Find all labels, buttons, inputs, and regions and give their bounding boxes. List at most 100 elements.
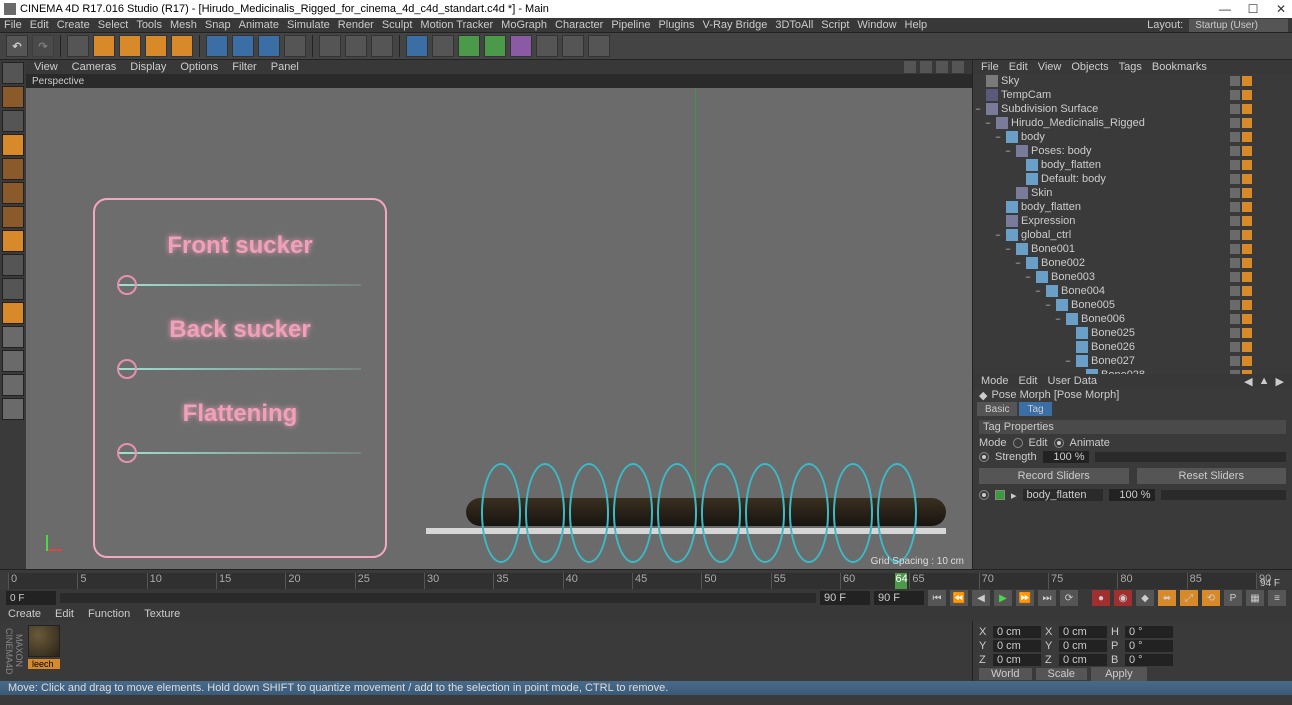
menu-motiontracker[interactable]: Motion Tracker	[420, 19, 493, 31]
vp-nav-toggle-icon[interactable]	[952, 61, 964, 73]
morph-enable-checkbox[interactable]	[995, 490, 1005, 500]
tag-icon[interactable]	[1242, 202, 1252, 212]
tag-icon[interactable]	[1230, 314, 1240, 324]
menu-pipeline[interactable]: Pipeline	[611, 19, 650, 31]
menu-script[interactable]: Script	[821, 19, 849, 31]
rig-controls[interactable]	[481, 458, 951, 568]
menu-select[interactable]: Select	[98, 19, 129, 31]
tree-label[interactable]: Bone005	[1071, 299, 1230, 311]
tree-row[interactable]: Skin	[973, 186, 1292, 200]
workplane-lock-icon[interactable]	[2, 326, 24, 348]
tag-icon[interactable]	[1230, 90, 1240, 100]
snap-enable-icon[interactable]	[2, 278, 24, 300]
tag-icon[interactable]	[1242, 132, 1252, 142]
mat-menu-edit[interactable]: Edit	[55, 608, 74, 620]
time-range-slider[interactable]	[60, 593, 816, 603]
tag-icon[interactable]	[1230, 356, 1240, 366]
material-name[interactable]: leech	[28, 659, 60, 669]
tree-row[interactable]: Bone026	[973, 340, 1292, 354]
tree-label[interactable]: body	[1021, 131, 1230, 143]
menu-render[interactable]: Render	[338, 19, 374, 31]
redo-button[interactable]: ↷	[32, 35, 54, 57]
render-settings-icon[interactable]	[371, 35, 393, 57]
tab-tag[interactable]: Tag	[1019, 402, 1051, 416]
tag-icon[interactable]	[1230, 258, 1240, 268]
menu-sculpt[interactable]: Sculpt	[382, 19, 413, 31]
vp-nav-rotate-icon[interactable]	[936, 61, 948, 73]
deformer-icon[interactable]	[510, 35, 532, 57]
tree-row[interactable]: Expression	[973, 214, 1292, 228]
reset-sliders-button[interactable]: Reset Sliders	[1137, 468, 1287, 484]
hud-slider-flatten[interactable]	[119, 452, 361, 454]
tree-label[interactable]: Expression	[1021, 215, 1230, 227]
tab-basic[interactable]: Basic	[977, 402, 1017, 416]
axis-mode-icon[interactable]	[2, 182, 24, 204]
tag-icon[interactable]	[1230, 202, 1240, 212]
attr-menu-edit[interactable]: Edit	[1019, 375, 1038, 387]
render-pv-icon[interactable]	[345, 35, 367, 57]
key-param-icon[interactable]: P	[1224, 590, 1242, 606]
tree-expand-icon[interactable]: −	[983, 118, 993, 128]
tree-row[interactable]: − body	[973, 130, 1292, 144]
tree-label[interactable]: body_flatten	[1041, 159, 1230, 171]
hud-slider-panel[interactable]: Front sucker Back sucker Flattening	[93, 198, 387, 558]
model-mode-icon[interactable]	[2, 86, 24, 108]
tree-row[interactable]: −Subdivision Surface	[973, 102, 1292, 116]
tag-icon[interactable]	[1242, 328, 1252, 338]
tag-icon[interactable]	[1242, 286, 1252, 296]
tree-row[interactable]: −Hirudo_Medicinalis_Rigged	[973, 116, 1292, 130]
viewport-solo-icon[interactable]	[2, 374, 24, 396]
tree-row[interactable]: −Poses: body	[973, 144, 1292, 158]
menu-file[interactable]: File	[4, 19, 22, 31]
tree-row[interactable]: body_flatten	[973, 200, 1292, 214]
record-sliders-button[interactable]: Record Sliders	[979, 468, 1129, 484]
tag-icon[interactable]	[1230, 132, 1240, 142]
tag-icon[interactable]	[1242, 258, 1252, 268]
om-menu-objects[interactable]: Objects	[1071, 61, 1108, 73]
tree-row[interactable]: −Bone004	[973, 284, 1292, 298]
tag-icon[interactable]	[1230, 300, 1240, 310]
mat-menu-function[interactable]: Function	[88, 608, 130, 620]
coord-apply-button[interactable]: Apply	[1091, 667, 1147, 681]
tag-icon[interactable]	[1242, 230, 1252, 240]
tree-expand-icon[interactable]: −	[993, 132, 1003, 142]
tree-label[interactable]: Bone026	[1091, 341, 1230, 353]
hud-slider-front[interactable]	[119, 284, 361, 286]
tree-row[interactable]: Default: body	[973, 172, 1292, 186]
texture-mode-icon[interactable]	[2, 110, 24, 132]
tree-row[interactable]: −Bone006	[973, 312, 1292, 326]
tree-expand-icon[interactable]: −	[1033, 286, 1043, 296]
point-mode-icon[interactable]	[2, 206, 24, 228]
tree-row[interactable]: −global_ctrl	[973, 228, 1292, 242]
axis-y-icon[interactable]	[232, 35, 254, 57]
key-rot-icon[interactable]: ⟲	[1202, 590, 1220, 606]
render-view-icon[interactable]	[319, 35, 341, 57]
primitive-cube-icon[interactable]	[406, 35, 428, 57]
minimize-button[interactable]: —	[1218, 2, 1232, 16]
workplane-icon[interactable]	[2, 134, 24, 156]
tag-icon[interactable]	[1242, 300, 1252, 310]
array-icon[interactable]	[484, 35, 506, 57]
menu-tools[interactable]: Tools	[136, 19, 162, 31]
tag-icon[interactable]	[1230, 188, 1240, 198]
tree-row[interactable]: body_flatten	[973, 158, 1292, 172]
tag-icon[interactable]	[1230, 174, 1240, 184]
menu-3dtoall[interactable]: 3DToAll	[775, 19, 813, 31]
tree-label[interactable]: Sky	[1001, 75, 1230, 87]
tree-expand-icon[interactable]: −	[1023, 272, 1033, 282]
tag-icon[interactable]	[1242, 90, 1252, 100]
mat-menu-create[interactable]: Create	[8, 608, 41, 620]
attr-nav-back-icon[interactable]: ◀	[1244, 375, 1252, 388]
prev-key-icon[interactable]: ⏪	[950, 590, 968, 606]
tree-label[interactable]: Skin	[1031, 187, 1230, 199]
scale-tool-icon[interactable]	[119, 35, 141, 57]
close-button[interactable]: ✕	[1274, 2, 1288, 16]
strength-key-icon[interactable]	[979, 452, 989, 462]
key-scale-icon[interactable]: ⤢	[1180, 590, 1198, 606]
tag-icon[interactable]	[1230, 342, 1240, 352]
mode-edit-radio[interactable]	[1013, 438, 1023, 448]
tree-row[interactable]: −Bone001	[973, 242, 1292, 256]
menu-window[interactable]: Window	[857, 19, 896, 31]
tag-icon[interactable]	[1230, 286, 1240, 296]
key-pla-icon[interactable]: ▦	[1246, 590, 1264, 606]
